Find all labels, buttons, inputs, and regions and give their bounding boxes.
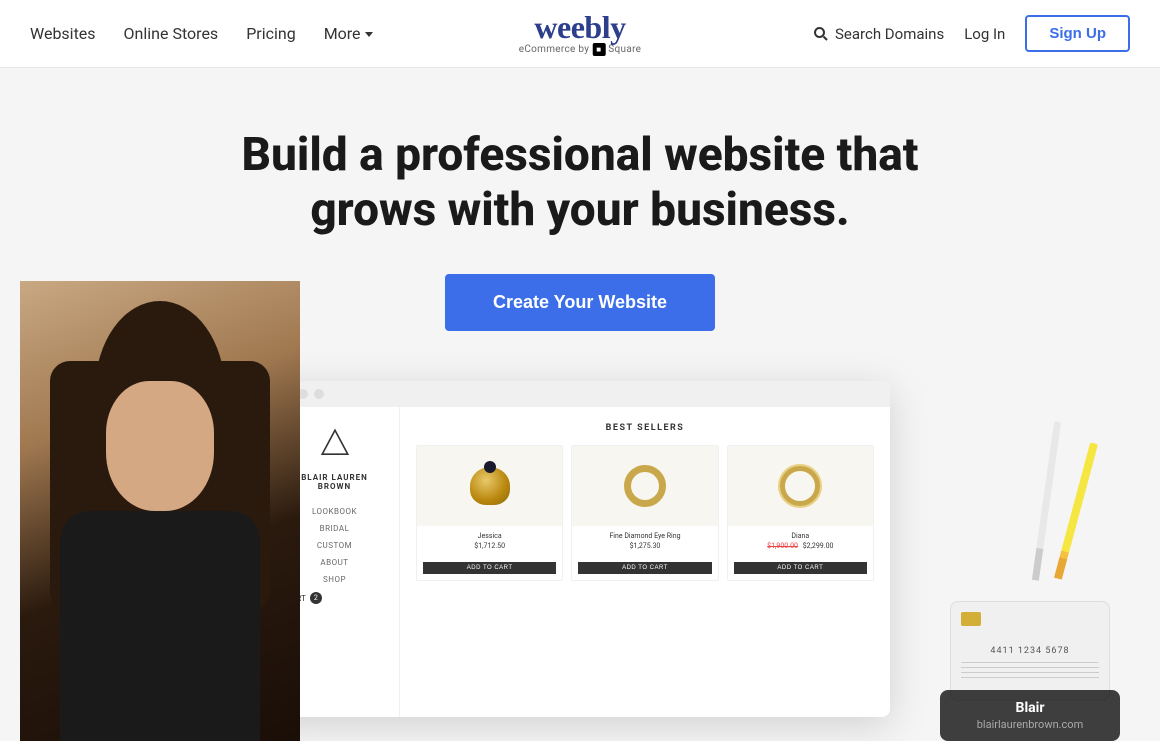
mock-product-info-3: Diana $1,900.00 $2,299.00 ADD TO CART	[728, 526, 873, 580]
nav-online-stores[interactable]: Online Stores	[124, 24, 219, 43]
nav-pricing[interactable]: Pricing	[246, 24, 296, 43]
mock-store-name: BLAIR LAUREN BROWN	[286, 473, 383, 491]
mock-store-logo	[319, 427, 351, 459]
card-scribble	[961, 662, 1099, 682]
mock-product-img-1	[417, 446, 562, 526]
mock-nav-bridal: BRIDAL	[286, 524, 383, 533]
hero-bottom: BLAIR LAUREN BROWN LOOKBOOK BRIDAL CUSTO…	[20, 381, 1140, 741]
create-website-button[interactable]: Create Your Website	[445, 274, 715, 331]
mock-nav-shop: SHOP	[286, 575, 383, 584]
hero-title: Build a professional website that grows …	[190, 128, 970, 238]
mock-product-name-2: Fine Diamond Eye Ring	[578, 532, 711, 540]
search-icon	[813, 26, 829, 42]
search-domains-button[interactable]: Search Domains	[813, 25, 944, 43]
mock-section-title: BEST SELLERS	[416, 423, 874, 433]
credit-card-decoration: 4411 1234 5678	[950, 601, 1110, 701]
mock-product-name-1: Jessica	[423, 532, 556, 540]
mock-product-3: Diana $1,900.00 $2,299.00 ADD TO CART	[727, 445, 874, 581]
nav-more[interactable]: More	[324, 24, 373, 43]
mock-main: BEST SELLERS Jessica $1,712.50 ADD TO CA…	[400, 407, 890, 717]
mock-atc-btn-2[interactable]: ADD TO CART	[578, 562, 711, 574]
pencil-icon-2	[1032, 422, 1061, 581]
mock-website: BLAIR LAUREN BROWN LOOKBOOK BRIDAL CUSTO…	[270, 381, 890, 717]
card-number: 4411 1234 5678	[961, 646, 1099, 656]
mock-product-name-3: Diana	[734, 532, 867, 540]
card-chip-icon	[961, 612, 981, 626]
mock-product-img-3	[728, 446, 873, 526]
mock-product-price-2: $1,275.30	[578, 542, 711, 550]
mock-product-img-2	[572, 446, 717, 526]
mock-product-info-2: Fine Diamond Eye Ring $1,275.30 ADD TO C…	[572, 526, 717, 580]
mock-product-info-1: Jessica $1,712.50 ADD TO CART	[417, 526, 562, 580]
login-link[interactable]: Log In	[964, 25, 1005, 43]
mock-product-2: Fine Diamond Eye Ring $1,275.30 ADD TO C…	[571, 445, 718, 581]
signup-button[interactable]: Sign Up	[1025, 15, 1130, 52]
mock-product-sale-price-3: $2,299.00	[803, 542, 834, 550]
blair-name: Blair	[954, 700, 1106, 716]
mock-cart: CART 2	[286, 592, 383, 604]
logo-text: weebly	[519, 11, 642, 43]
pencil-icon-1	[1054, 443, 1098, 580]
nav-links-right: Search Domains Log In Sign Up	[813, 15, 1130, 52]
blair-url: blairlaurenbrown.com	[954, 718, 1106, 731]
square-icon: ■	[592, 43, 605, 56]
mock-nav-about: ABOUT	[286, 558, 383, 567]
mock-titlebar	[270, 381, 890, 407]
mock-product-price-3: $1,900.00 $2,299.00	[734, 542, 867, 550]
navbar: Websites Online Stores Pricing More weeb…	[0, 0, 1160, 68]
mock-cart-badge: 2	[310, 592, 322, 604]
blair-popup: Blair blairlaurenbrown.com	[940, 690, 1120, 741]
mock-product-1: Jessica $1,712.50 ADD TO CART	[416, 445, 563, 581]
chevron-down-icon	[365, 32, 373, 37]
nav-links-left: Websites Online Stores Pricing More	[30, 24, 373, 43]
mock-content: BLAIR LAUREN BROWN LOOKBOOK BRIDAL CUSTO…	[270, 407, 890, 717]
ring-plain-icon	[624, 465, 666, 507]
nav-websites[interactable]: Websites	[30, 24, 96, 43]
mock-product-price-1: $1,712.50	[423, 542, 556, 550]
ring-studded-icon	[780, 466, 820, 506]
mock-atc-btn-3[interactable]: ADD TO CART	[734, 562, 867, 574]
logo-subtext: eCommerce by ■ Square	[519, 43, 642, 56]
person-image	[20, 281, 300, 741]
logo[interactable]: weebly eCommerce by ■ Square	[519, 11, 642, 56]
mock-nav-lookbook: LOOKBOOK	[286, 507, 383, 516]
mock-atc-btn-1[interactable]: ADD TO CART	[423, 562, 556, 574]
ring-fancy-icon	[470, 467, 510, 505]
mock-nav-custom: CUSTOM	[286, 541, 383, 550]
right-decoration: 4411 1234 5678 Blair blairlaurenbrown.co…	[920, 421, 1120, 741]
mock-products-grid: Jessica $1,712.50 ADD TO CART Fine D	[416, 445, 874, 581]
mock-product-original-price-3: $1,900.00	[767, 542, 798, 550]
mock-dot-3	[314, 389, 324, 399]
hero-section: Build a professional website that grows …	[0, 68, 1160, 741]
